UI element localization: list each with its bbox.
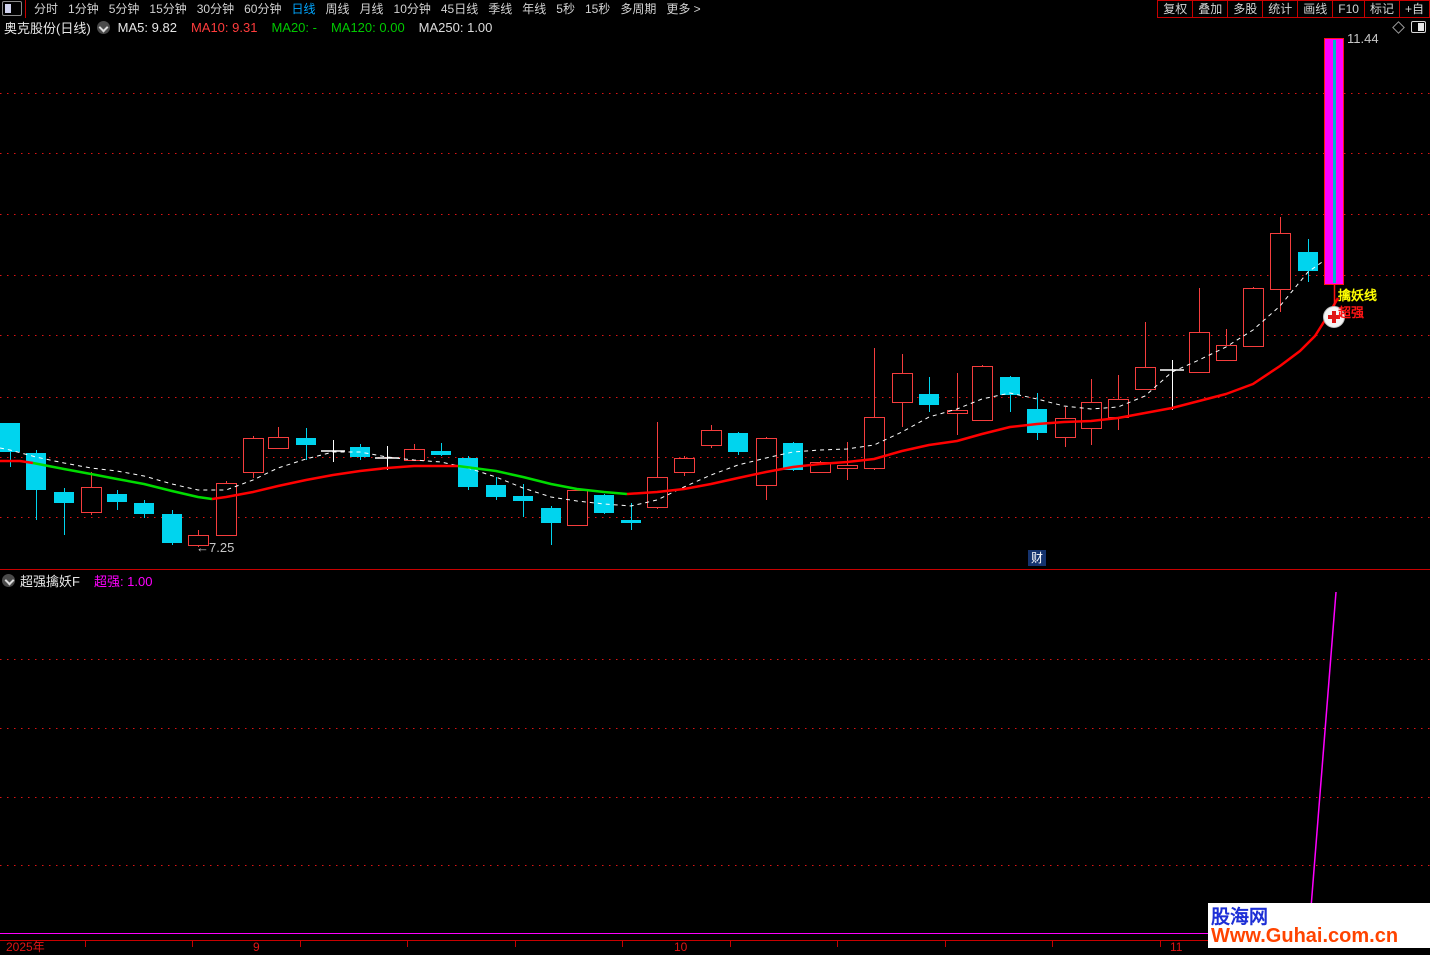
date-label: 11 xyxy=(1170,940,1183,954)
candle-body-up xyxy=(1216,345,1237,361)
candle-body-up xyxy=(701,430,722,446)
high-price-label: 11.44 xyxy=(1347,31,1379,46)
qinyao-line-annotation: 擒妖线 xyxy=(1338,288,1378,303)
candle-body-up xyxy=(216,483,237,536)
candle-body-up xyxy=(268,437,289,449)
candle-body-up xyxy=(1270,233,1291,290)
candle-body-down xyxy=(541,508,561,523)
financial-report-tag[interactable]: 财 xyxy=(1028,550,1047,566)
main-chart-canvas[interactable] xyxy=(0,0,1430,955)
candle-body-down xyxy=(486,485,506,497)
candle-body-up xyxy=(837,465,858,469)
candle-body-down xyxy=(54,492,74,503)
candle-body-down xyxy=(621,520,641,523)
candle-body-up xyxy=(1081,402,1102,429)
candle-body-down xyxy=(1000,377,1020,395)
ma-dashed-line xyxy=(0,254,1333,507)
ma-signal-up xyxy=(0,459,34,465)
candle-body-down xyxy=(919,394,939,405)
candle-body-down xyxy=(162,514,182,543)
candle-body-down xyxy=(107,494,127,502)
candle-body-up xyxy=(81,487,102,513)
watermark-url: Www.Guhai.com.cn xyxy=(1211,925,1399,947)
candle-body-down xyxy=(513,496,533,501)
candle-body-up xyxy=(674,458,695,473)
watermark: 股海网 Www.Guhai.com.cn xyxy=(1208,903,1430,948)
indicator-value: 超强: 1.00 xyxy=(93,574,153,589)
candle-body-up xyxy=(892,373,913,403)
candle-body-up xyxy=(1243,288,1264,347)
candle-body-down xyxy=(458,458,478,487)
date-label: 9 xyxy=(253,940,260,954)
candle-body-up xyxy=(567,490,588,526)
candle-body-down xyxy=(594,495,614,513)
candle-body-up xyxy=(756,438,777,486)
candle-body-down xyxy=(134,503,154,514)
indicator-chevron-icon[interactable] xyxy=(2,574,15,587)
date-label: 10 xyxy=(674,940,688,954)
candle-body-up xyxy=(243,438,264,473)
candle-body-down xyxy=(26,453,46,490)
date-label: 2025年 xyxy=(6,940,45,954)
candle-body-up xyxy=(972,366,993,421)
candle-body-down xyxy=(728,433,748,452)
candle-body-up xyxy=(1135,367,1156,390)
candle-body-down xyxy=(431,451,451,455)
candle-body-up xyxy=(1108,399,1129,418)
indicator-name[interactable]: 超强擒妖F xyxy=(20,571,80,590)
indicator-spike-line xyxy=(1308,591,1337,934)
ma-signal-down xyxy=(457,464,628,496)
candle-body-down xyxy=(1298,252,1318,271)
low-price-label: ←7.25 xyxy=(196,540,235,555)
candle-body-up xyxy=(1189,332,1210,373)
candle-body-down xyxy=(0,423,20,452)
super-strong-annotation: 超强 xyxy=(1338,305,1365,320)
trading-app-window: 分时 1分钟 5分钟 15分钟 30分钟 60分钟 日线 周线 月线 10分钟 45日线 季线 年线 5秒… xyxy=(0,0,1430,955)
indicator-panel-header: 超强擒妖F 超强: 1.00 xyxy=(0,571,1430,590)
candle-body-down xyxy=(1027,409,1047,433)
candle-body-down xyxy=(296,438,316,445)
